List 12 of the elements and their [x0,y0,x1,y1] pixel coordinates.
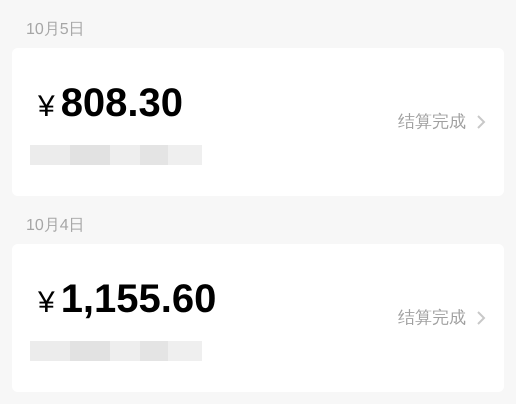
status-label: 结算完成 [398,307,466,330]
date-label: 10月4日 [25,216,86,236]
settlement-card[interactable]: ¥808.30 结算完成 [12,48,504,196]
date-label: 10月5日 [25,20,86,40]
settlement-card[interactable]: ¥1,155.60 结算完成 [12,244,504,392]
amount: 1,155.60 [60,276,216,323]
amount: 808.30 [60,80,184,127]
chevron-right-icon [476,310,486,326]
chevron-right-icon [476,114,486,130]
currency-symbol: ¥ [38,89,55,125]
status-label: 结算完成 [398,111,466,134]
currency-symbol: ¥ [38,285,55,321]
